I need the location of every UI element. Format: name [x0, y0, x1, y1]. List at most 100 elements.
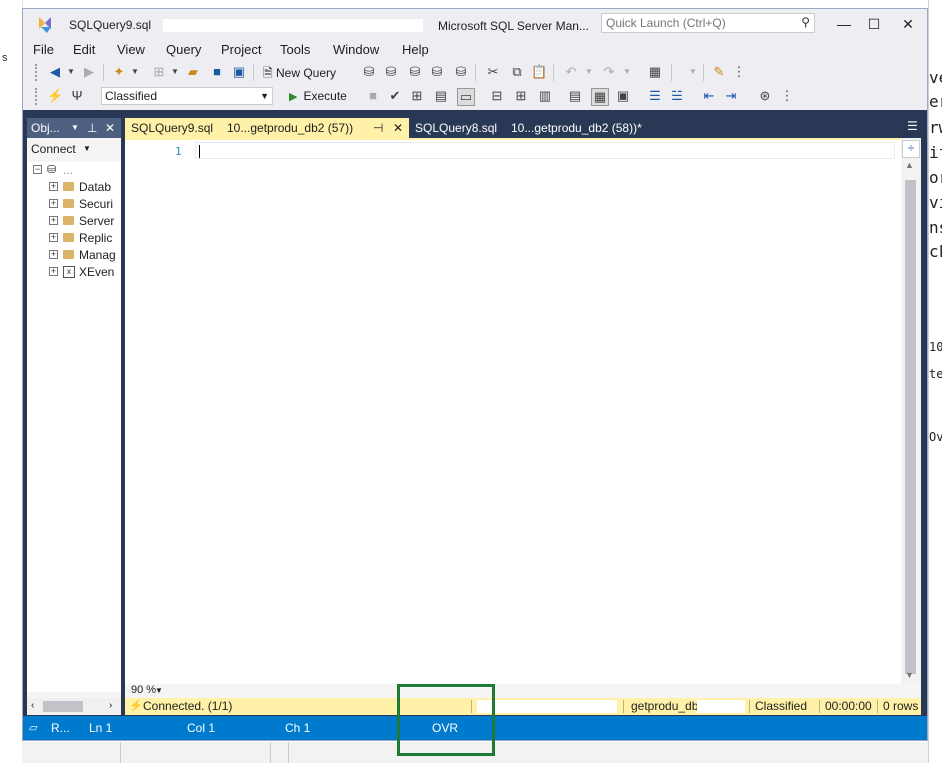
intellisense-icon[interactable]: ⊟	[489, 88, 505, 104]
close-button[interactable]: ✕	[893, 13, 923, 35]
connect-icon[interactable]: ⚡	[47, 88, 63, 104]
specify-values-icon[interactable]: ⊛	[757, 88, 773, 104]
execute-button[interactable]: ▶ Execute	[289, 89, 347, 103]
available-databases-dropdown[interactable]: Classified ▼	[101, 87, 273, 105]
expand-icon[interactable]: +	[49, 233, 58, 242]
menu-tools[interactable]: Tools	[280, 42, 310, 57]
tab-sqlquery9[interactable]: SQLQuery9.sql 10...getprodu_db2 (57)) ⊣ …	[125, 118, 409, 138]
change-connection-icon[interactable]: Ψ	[69, 88, 85, 104]
expand-icon[interactable]: +	[49, 216, 58, 225]
pin-icon[interactable]: ⊥	[87, 121, 97, 135]
collapse-icon[interactable]: −	[33, 165, 42, 174]
comment-icon[interactable]: ☰	[647, 88, 663, 104]
database-engine-query-icon[interactable]: ⛁	[361, 64, 377, 80]
stop-icon[interactable]: ■	[365, 88, 381, 104]
increase-indent-icon[interactable]: ⇥	[723, 88, 739, 104]
expand-icon[interactable]: +	[49, 182, 58, 191]
results-to-grid-icon[interactable]: ▦	[591, 88, 609, 106]
object-explorer-hscrollbar[interactable]: ‹ ›	[27, 698, 121, 715]
copy-icon[interactable]: ⧉	[509, 64, 525, 80]
new-query-button[interactable]: 🗎 New Query	[263, 64, 336, 82]
new-project-icon[interactable]: ✦	[111, 64, 127, 80]
decrease-indent-icon[interactable]: ⇤	[701, 88, 717, 104]
dmx-query-icon[interactable]: ⛁	[407, 64, 423, 80]
add-item-icon[interactable]: ⊞	[151, 64, 167, 80]
chevron-down-icon[interactable]: ▼	[71, 123, 79, 132]
menu-edit[interactable]: Edit	[73, 42, 95, 57]
expand-icon[interactable]: +	[49, 267, 58, 276]
chevron-down-icon[interactable]: ▼	[155, 686, 163, 695]
tree-node-security[interactable]: + Securi	[27, 196, 121, 213]
editor-vscrollbar[interactable]: ÷ ▲ ▼	[901, 138, 921, 686]
menu-project[interactable]: Project	[221, 42, 261, 57]
chevron-down-icon[interactable]: ▼	[581, 64, 597, 80]
tab-sqlquery8[interactable]: SQLQuery8.sql 10...getprodu_db2 (58))*	[409, 118, 671, 138]
menu-query[interactable]: Query	[166, 42, 201, 57]
menu-file[interactable]: File	[33, 42, 54, 57]
tree-node-management[interactable]: + Manag	[27, 247, 121, 264]
xmla-query-icon[interactable]: ⛁	[429, 64, 445, 80]
scroll-thumb[interactable]	[43, 701, 83, 712]
results-to-text-icon[interactable]: ▤	[567, 88, 583, 104]
zoom-level[interactable]: 90 %	[131, 684, 156, 696]
chevron-right-icon[interactable]: ›	[109, 700, 112, 711]
close-icon[interactable]: ✕	[105, 121, 115, 135]
chevron-down-icon[interactable]: ▼	[127, 64, 143, 80]
close-tab-icon[interactable]: ✕	[393, 121, 403, 135]
tree-node-replication[interactable]: + Replic	[27, 230, 121, 247]
include-actual-plan-icon[interactable]: ⊞	[513, 88, 529, 104]
execute-label: Execute	[303, 89, 347, 103]
tree-node-server-objects[interactable]: + Server	[27, 213, 121, 230]
menu-window[interactable]: Window	[333, 42, 379, 57]
parse-checkmark-icon[interactable]: ✔	[387, 88, 403, 104]
maximize-button[interactable]: ☐	[859, 13, 889, 35]
solution-explorer-icon[interactable]: ✎	[711, 64, 727, 80]
dax-query-icon[interactable]: ⛁	[453, 64, 469, 80]
undo-icon[interactable]: ↶	[563, 64, 579, 80]
quick-launch-box[interactable]: ⚲	[601, 13, 815, 33]
toolbar-options-icon[interactable]: ⋮	[779, 88, 795, 104]
back-icon[interactable]: ◀	[47, 64, 63, 80]
toolbar-options-icon[interactable]: ⋮	[731, 64, 747, 80]
minimize-button[interactable]: —	[829, 13, 859, 35]
display-estimated-plan-icon[interactable]: ⊞	[409, 88, 425, 104]
search-icon[interactable]: ⚲	[801, 15, 810, 29]
mdx-query-icon[interactable]: ⛁	[383, 64, 399, 80]
expand-icon[interactable]: +	[49, 199, 58, 208]
object-explorer-connect[interactable]: Connect ▼	[27, 140, 121, 158]
tree-node-server[interactable]: − ⛁ ...	[27, 162, 121, 179]
chevron-left-icon[interactable]: ‹	[31, 700, 34, 711]
cut-icon[interactable]: ✂	[485, 64, 501, 80]
menu-view[interactable]: View	[117, 42, 145, 57]
tree-node-xevent[interactable]: + x XEven	[27, 264, 121, 281]
quick-launch-input[interactable]	[602, 14, 790, 32]
chevron-down-icon[interactable]: ▼	[619, 64, 635, 80]
chevron-down-icon[interactable]: ▼	[167, 64, 183, 80]
uncomment-icon[interactable]: ☱	[669, 88, 685, 104]
split-window-icon[interactable]: ÷	[902, 140, 920, 158]
open-file-icon[interactable]: ▰	[185, 64, 201, 80]
chevron-down-icon[interactable]: ▼	[905, 670, 914, 680]
scroll-thumb[interactable]	[905, 180, 916, 674]
results-to-file-icon[interactable]: ▣	[615, 88, 631, 104]
tree-node-databases[interactable]: + Datab	[27, 179, 121, 196]
live-query-stats-icon[interactable]: ▥	[537, 88, 553, 104]
forward-icon[interactable]: ▶	[81, 64, 97, 80]
query-editor[interactable]: 1	[125, 138, 921, 686]
query-designer-icon[interactable]: ▤	[433, 88, 449, 104]
paste-icon[interactable]: 📋	[531, 64, 547, 80]
toolbar-grip[interactable]	[35, 88, 41, 105]
tab-list-dropdown-icon[interactable]: ☰	[907, 119, 918, 133]
chevron-up-icon[interactable]: ▲	[905, 160, 914, 170]
toolbar-grip[interactable]	[35, 64, 41, 81]
query-options-icon[interactable]: ▭	[457, 88, 475, 106]
activity-monitor-icon[interactable]: ▦	[647, 64, 663, 80]
redo-icon[interactable]: ↷	[601, 64, 617, 80]
save-all-icon[interactable]: ▣	[231, 64, 247, 80]
expand-icon[interactable]: +	[49, 250, 58, 259]
save-icon[interactable]: ■	[209, 64, 225, 80]
chevron-down-icon[interactable]: ▼	[63, 64, 79, 80]
chevron-down-icon[interactable]: ▼	[685, 64, 701, 80]
pin-icon[interactable]: ⊣	[373, 121, 383, 135]
menu-help[interactable]: Help	[402, 42, 429, 57]
